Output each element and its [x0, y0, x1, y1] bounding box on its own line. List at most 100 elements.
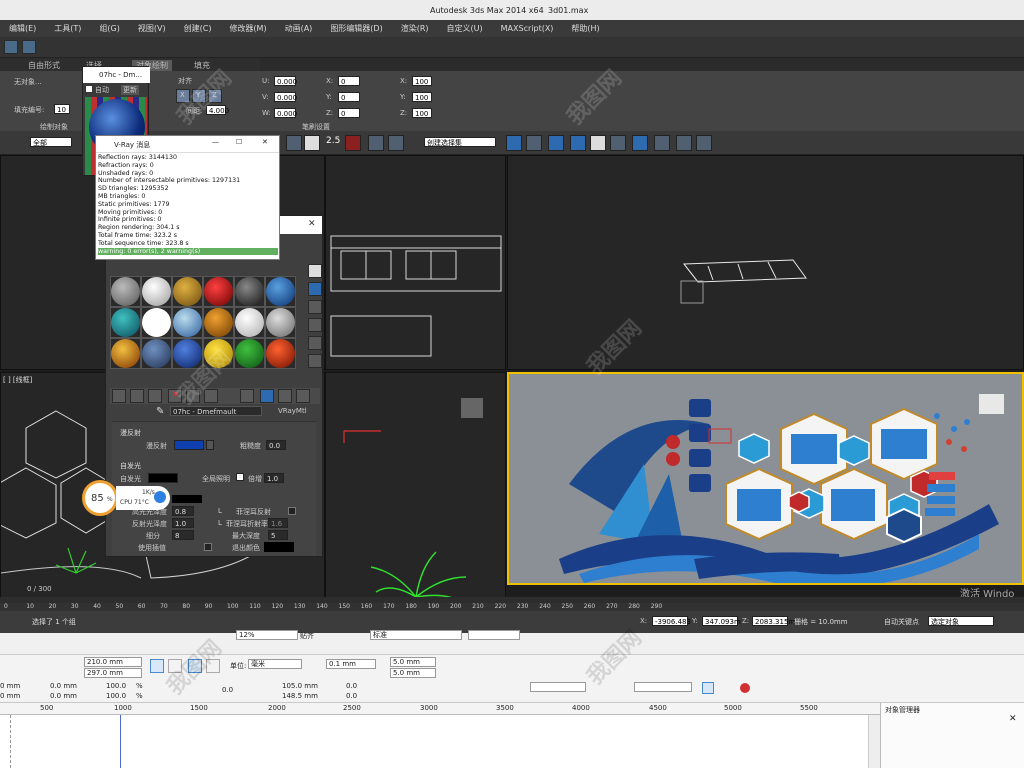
show-end-result-icon[interactable]	[260, 389, 274, 403]
x-coord[interactable]: -3906.483	[652, 616, 691, 626]
auto-checkbox[interactable]	[85, 85, 93, 93]
v-input[interactable]: 0.000	[274, 92, 297, 102]
diffuse-map-button[interactable]	[206, 440, 214, 450]
eyedropper-icon[interactable]: ✎	[156, 406, 164, 417]
hilight-gloss-input[interactable]: 0.8	[172, 506, 194, 516]
w-input[interactable]: 0.000	[274, 108, 297, 118]
slot-13[interactable]	[111, 339, 140, 368]
assign-material-icon[interactable]	[148, 389, 162, 403]
roughness-input[interactable]: 0.0	[266, 440, 286, 450]
exit-color-swatch[interactable]	[264, 542, 294, 552]
named-selection-set-dropdown[interactable]: 创建选择集	[424, 137, 496, 147]
curve-editor-icon[interactable]	[590, 135, 606, 151]
slot-10[interactable]	[204, 308, 233, 337]
tab-freeform[interactable]: 自由形式	[28, 60, 60, 71]
viewport-perspective[interactable]	[507, 372, 1024, 585]
copy-material-icon[interactable]	[186, 389, 200, 403]
update-button[interactable]: 更新	[121, 85, 139, 95]
scene-explorer-icon[interactable]	[570, 135, 586, 151]
menu-help[interactable]: 帮助(H)	[562, 23, 608, 34]
snap-dropdown[interactable]: 贴齐	[300, 631, 314, 641]
uv-tiling-icon[interactable]	[308, 318, 322, 332]
refl-gloss-input[interactable]: 1.0	[172, 518, 194, 528]
menu-tools[interactable]: 工具(T)	[45, 23, 90, 34]
reflect-color-swatch[interactable]	[172, 495, 202, 503]
get-material-icon[interactable]	[112, 389, 126, 403]
dup-y-input[interactable]: 5.0 mm	[390, 668, 436, 678]
dup-x-input[interactable]: 5.0 mm	[390, 657, 436, 667]
z-coord[interactable]: 2083.315m	[752, 616, 795, 626]
fresnel-ior-input[interactable]: 1.6	[268, 518, 288, 528]
layer-icon[interactable]	[548, 135, 564, 151]
page-height-input[interactable]: 297.0 mm	[84, 668, 142, 678]
max-depth-input[interactable]: 5	[268, 530, 288, 540]
slot-18[interactable]	[266, 339, 295, 368]
reset-map-icon[interactable]: ✕	[168, 389, 182, 403]
y-input[interactable]: 0	[338, 92, 360, 102]
fill-number-input[interactable]: 10	[54, 104, 70, 114]
axis-y-button[interactable]: Y	[192, 89, 206, 103]
drawing-canvas[interactable]	[0, 715, 880, 768]
menu-view[interactable]: 视图(V)	[129, 23, 175, 34]
move-icon[interactable]	[286, 135, 302, 151]
material-editor-icon[interactable]	[632, 135, 648, 151]
scale-y-input[interactable]: 100	[412, 92, 432, 102]
slot-8[interactable]	[142, 308, 171, 337]
y-coord[interactable]: 347.093m	[702, 616, 741, 626]
lock-toggle[interactable]: L	[218, 507, 222, 515]
undo-icon[interactable]	[4, 40, 18, 54]
no-object-label[interactable]: 无对象...	[14, 77, 42, 87]
z-input[interactable]: 0	[338, 108, 360, 118]
cpu-monitor-widget[interactable]: 85 % 1K/s CPU 71°C	[82, 480, 172, 516]
subdivs-input[interactable]: 8	[172, 530, 194, 540]
slot-3[interactable]	[173, 277, 202, 306]
redo-icon[interactable]	[22, 40, 36, 54]
go-sibling-icon[interactable]	[296, 389, 310, 403]
scale-x-input[interactable]: 100	[412, 76, 432, 86]
show-map-icon[interactable]	[240, 389, 254, 403]
x-input[interactable]: 0	[338, 76, 360, 86]
spinner-snap-icon[interactable]	[388, 135, 404, 151]
put-to-scene-icon[interactable]	[130, 389, 144, 403]
material-name-input[interactable]: 07hc - Dmefmault	[170, 406, 262, 416]
menu-edit[interactable]: 编辑(E)	[0, 23, 45, 34]
backlight-icon[interactable]	[308, 282, 322, 296]
angle-snap-label[interactable]: 2.5	[326, 136, 340, 146]
style-dropdown[interactable]: 标准	[370, 630, 462, 640]
slot-12[interactable]	[266, 308, 295, 337]
viewport-bottom-middle[interactable]	[325, 372, 506, 598]
material-type-button[interactable]: VRayMtl	[278, 407, 307, 415]
object-manager-close-icon[interactable]: ✕	[1009, 714, 1017, 724]
menu-create[interactable]: 创建(C)	[175, 23, 221, 34]
background-icon[interactable]	[308, 300, 322, 314]
nudge-input[interactable]: 0.1 mm	[326, 659, 376, 669]
slot-15[interactable]	[173, 339, 202, 368]
vray-minimize-icon[interactable]: —	[212, 138, 219, 146]
fill-dropdown[interactable]	[634, 682, 692, 692]
align-icon[interactable]	[526, 135, 542, 151]
menu-group[interactable]: 组(G)	[90, 23, 128, 34]
make-preview-icon[interactable]	[308, 354, 322, 368]
snap-icon[interactable]	[345, 135, 361, 151]
color-icon[interactable]	[740, 683, 750, 693]
page-width-input[interactable]: 210.0 mm	[84, 657, 142, 667]
option-dropdown[interactable]	[468, 630, 520, 640]
slot-11[interactable]	[235, 308, 264, 337]
percent-snap-icon[interactable]	[368, 135, 384, 151]
pointer-icon[interactable]	[702, 682, 714, 694]
vertical-scrollbar[interactable]	[868, 715, 880, 768]
mated-close-icon[interactable]: ✕	[308, 219, 316, 229]
viewport-left[interactable]	[507, 155, 1024, 370]
slot-6[interactable]	[266, 277, 295, 306]
boost-icon[interactable]	[154, 491, 166, 503]
rotate-icon[interactable]	[304, 135, 320, 151]
rotation-value[interactable]: 0.0	[222, 686, 233, 694]
units-dropdown[interactable]: 毫米	[248, 659, 302, 669]
video-check-icon[interactable]	[308, 336, 322, 350]
menu-customize[interactable]: 自定义(U)	[438, 23, 492, 34]
portrait-icon[interactable]	[150, 659, 164, 673]
slot-16[interactable]	[204, 339, 233, 368]
all-pages-icon[interactable]	[188, 659, 202, 673]
slot-9[interactable]	[173, 308, 202, 337]
rendered-frame-icon[interactable]	[676, 135, 692, 151]
